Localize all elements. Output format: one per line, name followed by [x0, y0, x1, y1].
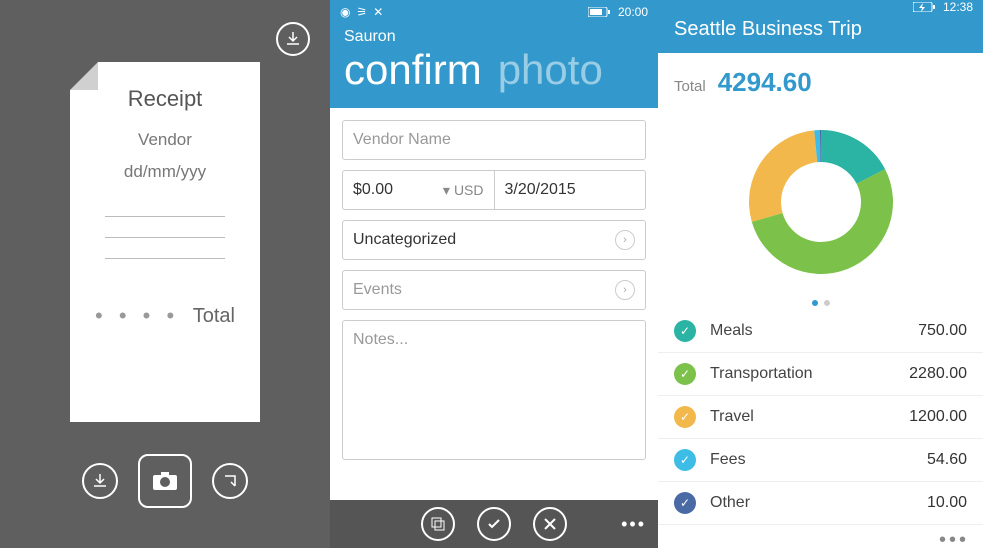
receipt-title: Receipt	[128, 86, 203, 112]
download-button[interactable]	[276, 22, 310, 56]
category-color-dot: ✓	[674, 449, 696, 471]
category-row[interactable]: ✓ Transportation2280.00	[658, 353, 983, 396]
category-color-dot: ✓	[674, 492, 696, 514]
battery-charging-icon	[913, 2, 935, 12]
category-row[interactable]: ✓ Fees54.60	[658, 439, 983, 482]
tab-confirm[interactable]: confirm	[344, 46, 482, 94]
more-button[interactable]: •••	[621, 514, 646, 535]
category-row[interactable]: ✓ Other10.00	[658, 482, 983, 525]
more-button[interactable]: •••	[658, 525, 983, 556]
accept-button[interactable]	[477, 507, 511, 541]
status-bar: ◉ ⚞ ✕ 20:00	[330, 0, 658, 24]
category-label: Uncategorized	[353, 231, 456, 249]
notes-placeholder: Notes...	[353, 331, 408, 348]
confirm-bottom-bar: •••	[330, 500, 658, 548]
category-amount: 2280.00	[909, 365, 967, 383]
vendor-name-placeholder: Vendor Name	[353, 131, 451, 149]
camera-button[interactable]	[138, 454, 192, 508]
page-dot	[824, 300, 830, 306]
total-label: Total	[674, 78, 706, 95]
page-indicator	[812, 300, 830, 306]
category-color-dot: ✓	[674, 363, 696, 385]
copy-button[interactable]	[421, 507, 455, 541]
donut-slice	[749, 130, 817, 222]
category-label: Transportation	[710, 365, 909, 383]
download-icon	[285, 31, 301, 47]
chevron-right-icon: ›	[615, 230, 635, 250]
amount-input[interactable]: $0.00 ▾ USD	[342, 170, 494, 210]
date-value: 3/20/2015	[505, 181, 576, 199]
receipt-line	[105, 216, 225, 217]
receipt-preview: Receipt Vendor dd/mm/yyy • • • • Total	[70, 62, 260, 422]
dots: • • • •	[95, 303, 179, 329]
events-label: Events	[353, 281, 402, 299]
close-icon	[542, 516, 558, 532]
donut-chart-svg	[731, 112, 911, 292]
copy-icon	[430, 516, 446, 532]
total-value: 4294.60	[718, 67, 812, 98]
receipt-vendor-placeholder: Vendor	[138, 130, 192, 150]
chevron-down-icon: ▾	[443, 182, 450, 199]
page-dot-active	[812, 300, 818, 306]
camera-icon	[152, 471, 178, 491]
page-fold-decoration	[70, 62, 98, 90]
scan-receipt-panel: Receipt Vendor dd/mm/yyy • • • • Total	[0, 0, 330, 548]
chevron-right-icon: ›	[615, 280, 635, 300]
crop-button[interactable]	[212, 463, 248, 499]
download-icon	[92, 473, 108, 489]
status-time: 20:00	[618, 5, 648, 19]
import-button[interactable]	[82, 463, 118, 499]
cancel-button[interactable]	[533, 507, 567, 541]
crop-icon	[222, 473, 238, 489]
confirm-header: Sauron confirm photo	[330, 24, 658, 108]
category-row[interactable]: ✓ Travel1200.00	[658, 396, 983, 439]
category-amount: 10.00	[927, 494, 967, 512]
category-amount: 1200.00	[909, 408, 967, 426]
confirm-expense-panel: ◉ ⚞ ✕ 20:00 Sauron confirm photo Vendor …	[330, 0, 658, 548]
trip-total-row: Total 4294.60	[658, 53, 983, 104]
amount-value: $0.00	[353, 181, 393, 199]
category-row[interactable]: ✓ Meals750.00	[658, 310, 983, 353]
expense-form: Vendor Name $0.00 ▾ USD 3/20/2015 Uncate…	[330, 108, 658, 472]
category-select[interactable]: Uncategorized ›	[342, 220, 646, 260]
receipt-total-row: • • • • Total	[95, 303, 235, 329]
category-color-dot: ✓	[674, 320, 696, 342]
category-amount: 750.00	[918, 322, 967, 340]
vibrate-icon: ✕	[373, 5, 383, 19]
category-amount: 54.60	[927, 451, 967, 469]
status-bar: 12:38	[658, 0, 983, 14]
check-icon	[486, 516, 502, 532]
receipt-date-placeholder: dd/mm/yyy	[124, 162, 206, 182]
category-label: Meals	[710, 322, 918, 340]
category-list: ✓ Meals750.00 ✓ Transportation2280.00 ✓ Trave…	[658, 310, 983, 525]
donut-chart[interactable]	[658, 104, 983, 310]
category-label: Other	[710, 494, 927, 512]
total-label: Total	[193, 305, 235, 328]
receipt-line	[105, 237, 225, 238]
events-select[interactable]: Events ›	[342, 270, 646, 310]
trip-summary-panel: 12:38 Seattle Business Trip Total 4294.6…	[658, 0, 983, 548]
currency-label: USD	[454, 182, 484, 198]
app-name: Sauron	[344, 28, 644, 46]
status-time: 12:38	[943, 0, 973, 14]
category-color-dot: ✓	[674, 406, 696, 428]
category-label: Travel	[710, 408, 909, 426]
vendor-name-input[interactable]: Vendor Name	[342, 120, 646, 160]
notes-input[interactable]: Notes...	[342, 320, 646, 460]
battery-icon	[588, 7, 610, 17]
network-icon: ◉	[340, 5, 350, 19]
receipt-line	[105, 258, 225, 259]
wifi-icon: ⚞	[356, 5, 367, 19]
date-input[interactable]: 3/20/2015	[494, 170, 647, 210]
category-label: Fees	[710, 451, 927, 469]
tab-photo[interactable]: photo	[498, 46, 603, 94]
trip-title: Seattle Business Trip	[658, 14, 983, 53]
scan-actions	[0, 454, 330, 508]
